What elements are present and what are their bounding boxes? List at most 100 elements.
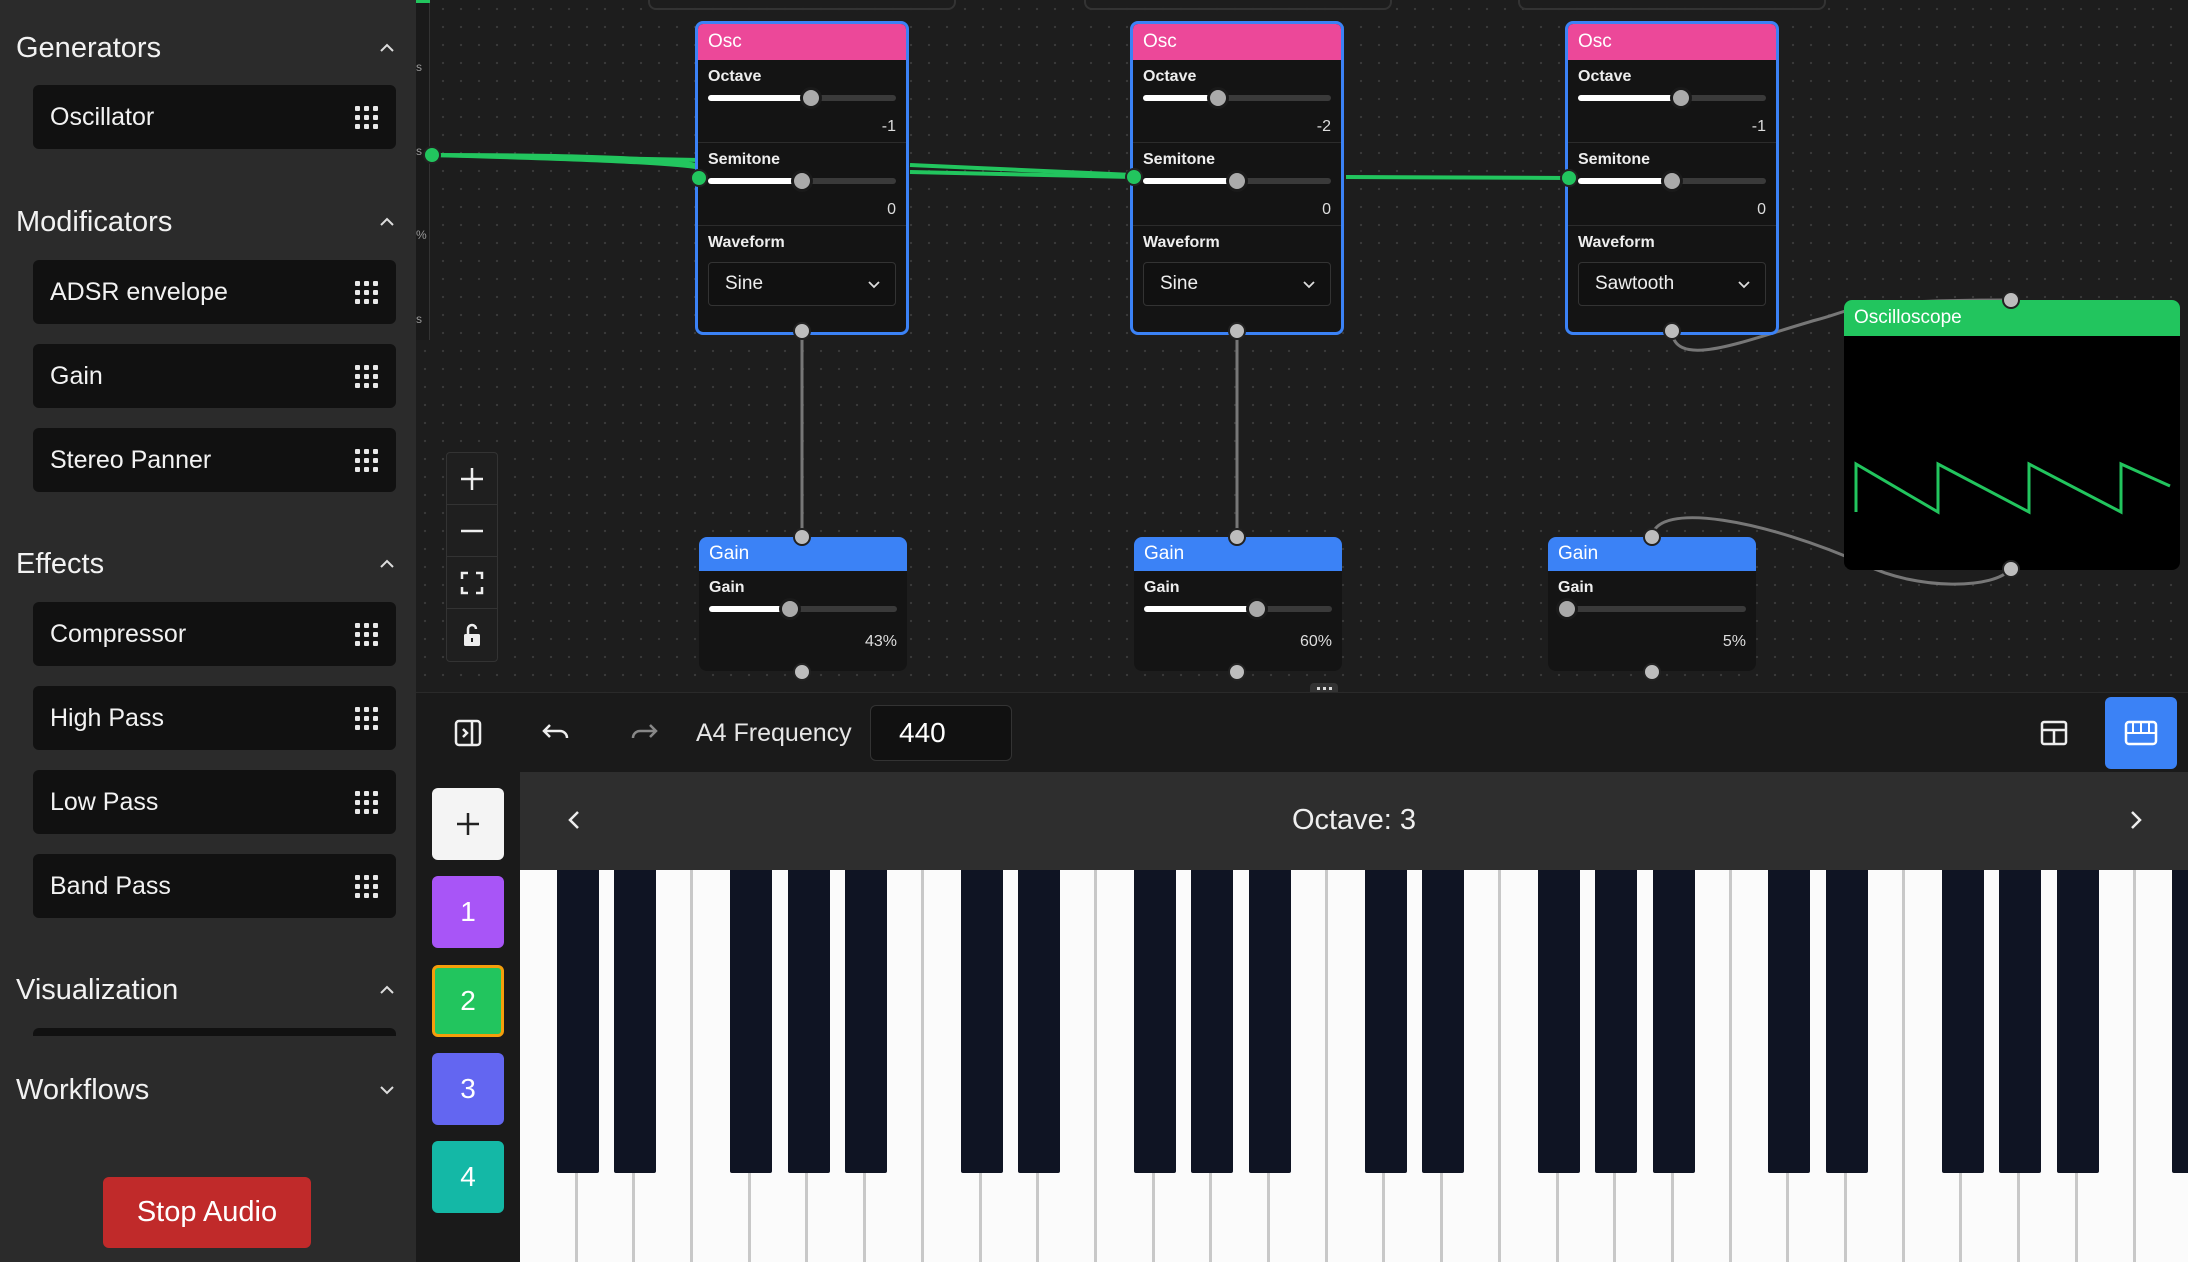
sidebar-item-stereo-panner[interactable]: Stereo Panner (33, 428, 396, 492)
sidebar-item-low-pass[interactable]: Low Pass (33, 770, 396, 834)
partial-node-left[interactable]: s s % s (416, 0, 430, 340)
waveform-select[interactable]: Sawtooth (1578, 262, 1766, 306)
frequency-input[interactable] (870, 705, 1012, 761)
gain-slider[interactable] (709, 598, 897, 620)
piano-black-key[interactable] (1537, 870, 1580, 1173)
piano-black-key[interactable] (1191, 870, 1234, 1173)
octave-slider[interactable] (1578, 87, 1766, 109)
slider-knob[interactable] (1226, 170, 1248, 192)
slider-knob[interactable] (1245, 598, 1268, 620)
slider-knob[interactable] (1556, 598, 1579, 620)
piano-black-key[interactable] (1018, 870, 1061, 1173)
drag-grip-icon[interactable] (355, 280, 378, 304)
drag-grip-icon[interactable] (355, 874, 378, 898)
lock-button[interactable] (447, 609, 497, 661)
preset-button[interactable]: 3 (432, 1053, 504, 1125)
piano-black-key[interactable] (1595, 870, 1638, 1173)
piano-black-key[interactable] (845, 870, 888, 1173)
zoom-out-button[interactable] (447, 505, 497, 557)
section-workflows[interactable]: Workflows (16, 1070, 396, 1110)
drag-grip-icon[interactable] (355, 105, 378, 129)
drag-grip-icon[interactable] (355, 706, 378, 730)
octave-slider[interactable] (1143, 87, 1331, 109)
output-port[interactable] (1663, 322, 1681, 340)
fit-view-button[interactable] (447, 557, 497, 609)
gain-slider[interactable] (1556, 598, 1746, 620)
osc-node[interactable]: Osc Octave -1 Semitone 0 Waveform Sawtoo… (1565, 21, 1779, 335)
piano-black-key[interactable] (1826, 870, 1869, 1173)
waveform-select[interactable]: Sine (708, 262, 896, 306)
sidebar-item-oscillator[interactable]: Oscillator (33, 85, 396, 149)
redo-button[interactable] (624, 713, 664, 753)
frequency-input-port[interactable] (690, 169, 708, 187)
table-view-button[interactable] (2034, 713, 2074, 753)
toggle-sidebar-button[interactable] (448, 713, 488, 753)
output-port[interactable] (1228, 322, 1246, 340)
input-port[interactable] (793, 528, 811, 546)
output-port[interactable] (423, 146, 441, 164)
preset-button[interactable]: 2 (432, 965, 504, 1037)
slider-knob[interactable] (791, 170, 813, 192)
output-port[interactable] (1643, 663, 1661, 681)
input-port[interactable] (1643, 528, 1661, 546)
frequency-input-port[interactable] (1560, 169, 1578, 187)
sidebar-item-gain[interactable]: Gain (33, 344, 396, 408)
section-generators[interactable]: Generators (16, 28, 396, 68)
drag-grip-icon[interactable] (355, 790, 378, 814)
piano-black-key[interactable] (1999, 870, 2042, 1173)
output-port[interactable] (793, 663, 811, 681)
preset-button[interactable]: 4 (432, 1141, 504, 1213)
drag-grip-icon[interactable] (355, 448, 378, 472)
piano-black-key[interactable] (1249, 870, 1292, 1173)
gain-node[interactable]: Gain Gain 5% (1548, 537, 1756, 671)
input-port[interactable] (2002, 291, 2020, 309)
sidebar-item-high-pass[interactable]: High Pass (33, 686, 396, 750)
octave-next-button[interactable] (2118, 802, 2154, 838)
piano-black-key[interactable] (1364, 870, 1407, 1173)
piano-black-key[interactable] (1941, 870, 1984, 1173)
gain-slider[interactable] (1144, 598, 1332, 620)
preset-button[interactable]: 1 (432, 876, 504, 948)
zoom-in-button[interactable] (447, 453, 497, 505)
node-canvas[interactable]: s s % s Osc Octave -1 Semitone 0 Wavefor… (416, 0, 2188, 692)
piano-black-key[interactable] (1133, 870, 1176, 1173)
semitone-slider[interactable] (708, 170, 896, 192)
osc-node[interactable]: Osc Octave -1 Semitone 0 Waveform Sine (695, 21, 909, 335)
piano-black-key[interactable] (1653, 870, 1695, 1173)
piano-black-key[interactable] (729, 870, 772, 1173)
piano-black-key[interactable] (556, 870, 599, 1173)
piano-black-key[interactable] (787, 870, 830, 1173)
sidebar-item-band-pass[interactable]: Band Pass (33, 854, 396, 918)
gain-node[interactable]: Gain Gain 43% (699, 537, 907, 671)
slider-knob[interactable] (1661, 170, 1683, 192)
gain-node[interactable]: Gain Gain 60% (1134, 537, 1342, 671)
piano-black-key[interactable] (2056, 870, 2099, 1173)
drag-grip-icon[interactable] (355, 364, 378, 388)
section-visualization[interactable]: Visualization (16, 970, 396, 1010)
output-port[interactable] (2002, 560, 2020, 578)
sidebar-item-adsr[interactable]: ADSR envelope (33, 260, 396, 324)
input-port[interactable] (1228, 528, 1246, 546)
piano-black-key[interactable] (960, 870, 1003, 1173)
semitone-slider[interactable] (1578, 170, 1766, 192)
slider-knob[interactable] (778, 598, 801, 620)
slider-knob[interactable] (1670, 87, 1693, 109)
piano-black-key[interactable] (614, 870, 657, 1173)
sidebar-item-compressor[interactable]: Compressor (33, 602, 396, 666)
add-preset-button[interactable] (432, 788, 504, 860)
section-effects[interactable]: Effects (16, 544, 396, 584)
octave-slider[interactable] (708, 87, 896, 109)
section-modificators[interactable]: Modificators (16, 202, 396, 242)
keyboard-view-button[interactable] (2105, 697, 2177, 769)
osc-node[interactable]: Osc Octave -2 Semitone 0 Waveform Sine (1130, 21, 1344, 335)
slider-knob[interactable] (800, 87, 823, 109)
semitone-slider[interactable] (1143, 170, 1331, 192)
slider-knob[interactable] (1207, 87, 1230, 109)
drag-grip-icon[interactable] (355, 622, 378, 646)
sidebar-item-partial[interactable] (33, 1028, 396, 1036)
undo-button[interactable] (536, 713, 576, 753)
output-port[interactable] (1228, 663, 1246, 681)
output-port[interactable] (793, 322, 811, 340)
waveform-select[interactable]: Sine (1143, 262, 1331, 306)
piano-keyboard[interactable] (520, 870, 2188, 1262)
